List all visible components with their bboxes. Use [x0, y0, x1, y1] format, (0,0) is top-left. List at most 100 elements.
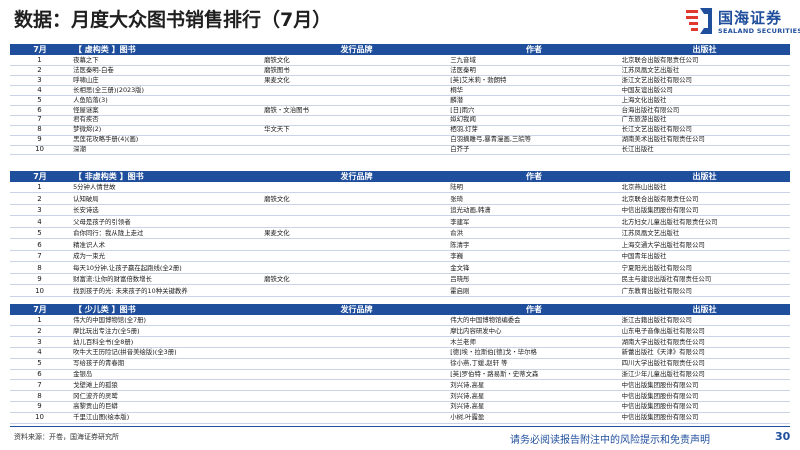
publisher-cell: 山东电子音像出版社有限公司: [621, 326, 705, 335]
publisher-cell: 中信出版集团股份有限公司: [621, 206, 699, 214]
title-cell: 长安诗选: [73, 206, 99, 214]
brand-cell: 磨铁文化: [264, 56, 290, 64]
table-row: 4 长相思(全三册)(2023版) 桐华 中国友谊出版公司: [10, 85, 790, 97]
publisher-cell: 上海交通大学出版社有限公司: [621, 240, 705, 249]
publisher-header: 出版社: [692, 45, 717, 54]
author-cell: 金文锋: [450, 263, 470, 272]
rank-cell: 10: [35, 286, 44, 295]
table-row: 3 呼啸山庄 果麦文化 [英]艾米莉・勃朗特 浙江文艺出版社有限公司: [10, 75, 790, 87]
rank-cell: 7: [37, 115, 42, 124]
title-cell: 俞你同行：我从陇上走过: [73, 229, 144, 237]
rank-cell: 5: [37, 95, 42, 104]
author-cell: 伟大的中国博物馆编委会: [450, 316, 521, 324]
rank-cell: 3: [37, 75, 42, 84]
author-cell: 姒幻我闻: [450, 115, 476, 124]
author-cell: 李建军: [450, 217, 470, 226]
title-cell: 高黎贡山的巨蟒: [73, 402, 118, 411]
rank-cell: 5: [37, 359, 42, 368]
table-row: 8 梦微烬(2) 华文天下 栖羽,灯芽 长江文艺出版社有限公司: [10, 125, 790, 136]
page-title: 数据：月度大众图书销售排行（7月）: [14, 9, 332, 31]
author-cell: 俞洪: [450, 229, 464, 237]
author-cell: 陈清宇: [450, 240, 470, 249]
author-cell: [日]雨穴: [450, 105, 475, 114]
table-row: 7 成为一束光 李巍 中国青年出版社: [10, 252, 790, 263]
table-row: 7 君有疾否 姒幻我闻 广东旅游出版社: [10, 115, 790, 126]
rank-cell: 9: [37, 275, 42, 283]
table-row: 3 幼儿百科全书(全8册) 木兰老师 湖南大学出版社有限责任公司: [10, 338, 790, 348]
rank-cell: 4: [37, 348, 42, 357]
title-cell: 人鱼陷落(3): [73, 95, 108, 104]
publisher-cell: 中信出版集团股份有限公司: [621, 380, 699, 389]
rank-cell: 10: [35, 145, 44, 154]
table-row: 2 摩比玩出专注力(全5册) 摩比内容研发中心 山东电子音像出版社有限公司: [10, 326, 790, 338]
publisher-cell: 湖南大学出版社有限责任公司: [621, 337, 705, 346]
publisher-cell: 民主与建设出版社有限责任公司: [621, 275, 712, 283]
title-cell: 伟大的中国博物馆(全7册): [73, 316, 147, 324]
footer-divider: [10, 426, 790, 427]
publisher-cell: 上海文化出版社: [621, 95, 667, 104]
section-header: 7月 【 非虚构类 】图书 发行品牌 作者 出版社: [10, 171, 790, 182]
brand-header: 发行品牌: [340, 45, 373, 54]
publisher-cell: 北京燕山出版社: [621, 183, 667, 191]
author-cell: 追光动画,韩潇: [450, 206, 491, 214]
publisher-cell: 浙江文艺出版社有限公司: [621, 75, 692, 84]
brand-cell: 磨铁文化: [264, 194, 290, 203]
sealand-logo-icon: [686, 8, 712, 34]
category-label: 【 少儿类 】图书: [74, 305, 136, 314]
author-cell: 桐华: [450, 85, 464, 94]
publisher-cell: 北京联合出版有限责任公司: [621, 194, 699, 203]
publisher-cell: 长江文艺出版社有限公司: [621, 125, 692, 134]
rank-cell: 2: [37, 326, 42, 335]
table-row: 6 精准识人术 陈清宇 上海交通大学出版社有限公司: [10, 241, 790, 251]
title-cell: 5分钟人情世故: [73, 183, 116, 191]
page-number: 30: [775, 430, 791, 443]
author-cell: 刘兴诗,高星: [450, 402, 485, 411]
publisher-cell: 江苏凤凰文艺出版社: [621, 65, 680, 74]
publisher-cell: 中信出版集团股份有限公司: [621, 391, 699, 400]
title-cell: 戈壁滩上的孤狼: [73, 380, 118, 389]
author-cell: 三九音域: [450, 56, 476, 64]
rank-cell: 4: [37, 217, 42, 226]
rank-cell: 2: [37, 65, 42, 74]
table-row: 5 俞你同行：我从陇上走过 果麦文化 俞洪 江苏凤凰文艺出版社: [10, 229, 790, 240]
title-cell: 精准识人术: [73, 240, 106, 249]
author-cell: 李巍: [450, 252, 464, 260]
brand-cell: 磨铁文化: [264, 275, 290, 283]
author-cell: 霍启刚: [450, 286, 470, 295]
table-row: 1 伟大的中国博物馆(全7册) 伟大的中国博物馆编委会 浙江古籍出版社有限公司: [10, 316, 790, 327]
author-cell: [英]罗伯特・路易斯・史蒂文森: [450, 370, 539, 378]
publisher-cell: 宁夏阳光出版社有限公司: [621, 263, 692, 272]
author-cell: 白羽摘雕弓,暴青漫画,三皖等: [450, 135, 532, 144]
month-label: 7月: [33, 45, 47, 54]
table-row: 8 冈仁波齐的灵鹫 刘兴诗,高星 中信出版集团股份有限公司: [10, 392, 790, 402]
title-cell: 冈仁波齐的灵鹫: [73, 391, 118, 400]
publisher-cell: 北方妇女儿童出版社有限责任公司: [621, 217, 718, 226]
rank-cell: 7: [37, 380, 42, 389]
table-row: 9 高黎贡山的巨蟒 刘兴诗,高星 中信出版集团股份有限公司: [10, 402, 790, 413]
month-label: 7月: [33, 172, 47, 181]
table-row: 5 人鱼陷落(3) 麟潜 上海文化出版社: [10, 96, 790, 106]
title-cell: 夜幕之下: [73, 56, 99, 64]
rank-cell: 9: [37, 402, 42, 411]
title-cell: 找到孩子的光: 未来孩子的10种关键教养: [73, 286, 188, 295]
author-cell: 刘兴诗,高星: [450, 391, 485, 400]
author-cell: 张琦: [450, 194, 464, 203]
publisher-cell: 中信出版集团股份有限公司: [621, 413, 699, 422]
title-cell: 金银岛: [73, 370, 93, 378]
table-row: 2 法医秦明-白卷 磨铁图书 法医秦明 江苏凤凰文艺出版社: [10, 65, 790, 77]
rank-cell: 1: [37, 316, 42, 324]
brand-cell: 果麦文化: [264, 229, 290, 237]
category-label: 【 虚构类 】图书: [74, 45, 136, 54]
author-cell: 法医秦明: [450, 65, 476, 74]
rank-cell: 4: [37, 85, 42, 94]
logo-text-cn: 国海证券: [718, 9, 783, 27]
author-header: 作者: [526, 305, 542, 314]
rank-cell: 8: [37, 263, 42, 272]
section-header: 7月 【 少儿类 】图书 发行品牌 作者 出版社: [10, 304, 790, 315]
table-row: 10 找到孩子的光: 未来孩子的10种关键教养 霍启刚 广东教育出版社有限公司: [10, 287, 790, 297]
author-cell: 吕晓彤: [450, 275, 470, 283]
disclaimer: 请务必阅读报告附注中的风险提示和免责声明: [510, 435, 710, 446]
brand-cell: 磨铁图书: [264, 65, 290, 74]
author-cell: 木兰老师: [450, 337, 476, 346]
table-row: 8 每天10分钟,让孩子赢在起跑线(全2册) 金文锋 宁夏阳光出版社有限公司: [10, 264, 790, 274]
